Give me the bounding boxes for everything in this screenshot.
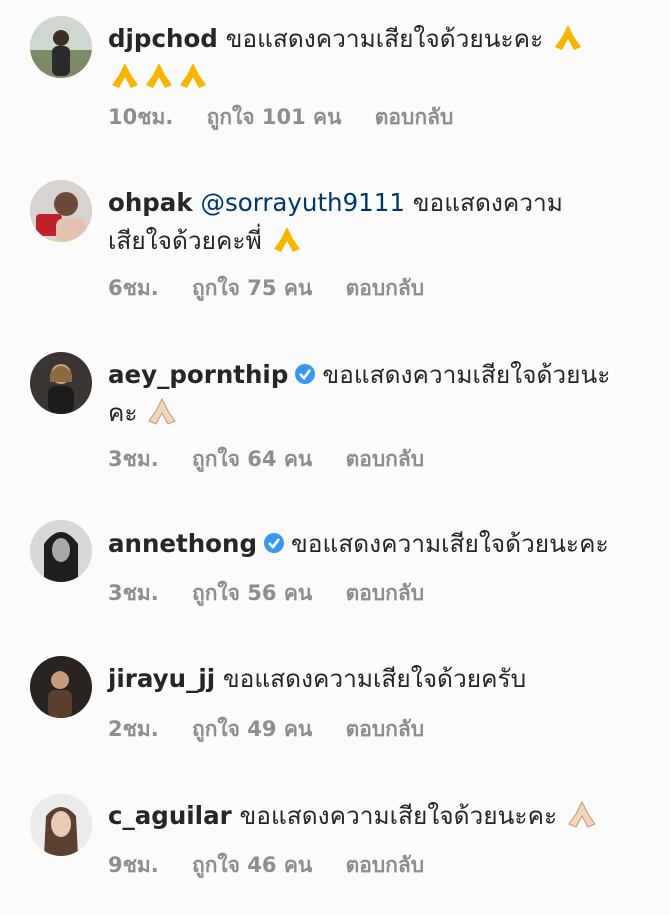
username[interactable]: djpchod (108, 24, 218, 53)
timestamp: 9ชม. (108, 853, 159, 877)
reply-button[interactable]: ตอบกลับ (346, 581, 425, 605)
username[interactable]: aey_pornthip (108, 360, 288, 389)
folded-hands-light-icon (568, 800, 596, 828)
comment-text: c_aguilar ขอแสดงความเสียใจด้วยนะคะ (108, 797, 648, 835)
comment-meta: 9ชม. ถูกใจ 46 คน ตอบกลับ (108, 849, 450, 882)
avatar[interactable] (30, 656, 92, 718)
comment-meta: 6ชม. ถูกใจ 75 คน ตอบกลับ (108, 272, 450, 305)
avatar[interactable] (30, 352, 92, 414)
comment-message: ขอแสดงความเสียใจด้วยนะคะ (225, 24, 544, 53)
reply-button[interactable]: ตอบกลับ (346, 717, 425, 741)
username[interactable]: ohpak (108, 188, 193, 217)
timestamp: 6ชม. (108, 276, 159, 300)
timestamp: 3ชม. (108, 447, 159, 471)
folded-hands-icon (273, 227, 300, 252)
folded-hands-icon (146, 63, 172, 88)
comment-text: ohpak @sorrayuth9111 ขอแสดงความ เสียใจด้… (108, 184, 648, 260)
like-count[interactable]: ถูกใจ 46 คน (192, 853, 312, 877)
comment-text: aey_pornthip ขอแสดงความเสียใจด้วยนะ คะ (108, 356, 648, 432)
comment-message: ขอแสดงความเสียใจด้วยครับ (222, 664, 527, 693)
username[interactable]: annethong (108, 529, 257, 558)
folded-hands-icon (112, 63, 138, 88)
folded-hands-icon (180, 63, 206, 88)
reply-button[interactable]: ตอบกลับ (346, 447, 425, 471)
comment-text: jirayu_jj ขอแสดงความเสียใจด้วยครับ (108, 660, 648, 698)
like-count[interactable]: ถูกใจ 49 คน (192, 717, 312, 741)
reply-button[interactable]: ตอบกลับ (346, 276, 425, 300)
avatar[interactable] (30, 180, 92, 242)
comment-text: djpchod ขอแสดงความเสียใจด้วยนะคะ (108, 20, 648, 96)
like-count[interactable]: ถูกใจ 64 คน (192, 447, 312, 471)
comment-meta: 2ชม. ถูกใจ 49 คน ตอบกลับ (108, 713, 450, 746)
comment-message-cont: คะ (108, 398, 138, 427)
comment-text: annethong ขอแสดงความเสียใจด้วยนะคะ (108, 525, 648, 563)
verified-badge-icon (264, 533, 284, 553)
timestamp: 3ชม. (108, 581, 159, 605)
reply-button[interactable]: ตอบกลับ (375, 105, 454, 129)
timestamp: 10ชม. (108, 105, 174, 129)
comment-meta: 3ชม. ถูกใจ 56 คน ตอบกลับ (108, 577, 450, 610)
username[interactable]: jirayu_jj (108, 664, 215, 693)
folded-hands-light-icon (148, 397, 177, 425)
comment-message: ขอแสดงความเสียใจด้วยนะคะ (239, 801, 558, 830)
avatar[interactable] (30, 520, 92, 582)
reply-button[interactable]: ตอบกลับ (346, 853, 425, 877)
comment-meta: 3ชม. ถูกใจ 64 คน ตอบกลับ (108, 443, 450, 476)
comment-message: ขอแสดงความเสียใจด้วยนะ (322, 360, 611, 389)
like-count[interactable]: ถูกใจ 101 คน (207, 105, 342, 129)
verified-badge-icon (295, 364, 316, 384)
folded-hands-icon (555, 25, 582, 50)
avatar[interactable] (30, 794, 92, 856)
timestamp: 2ชม. (108, 717, 159, 741)
like-count[interactable]: ถูกใจ 56 คน (192, 581, 312, 605)
mention-link[interactable]: @sorrayuth9111 (200, 188, 405, 217)
username[interactable]: c_aguilar (108, 801, 232, 830)
comment-meta: 10ชม. ถูกใจ 101 คน ตอบกลับ (108, 101, 479, 134)
avatar[interactable] (30, 16, 92, 78)
comment-message: ขอแสดงความ (412, 188, 563, 217)
comment-message-cont: เสียใจด้วยคะพี่ (108, 226, 262, 255)
comment-message: ขอแสดงความเสียใจด้วยนะคะ (291, 529, 609, 558)
like-count[interactable]: ถูกใจ 75 คน (192, 276, 312, 300)
